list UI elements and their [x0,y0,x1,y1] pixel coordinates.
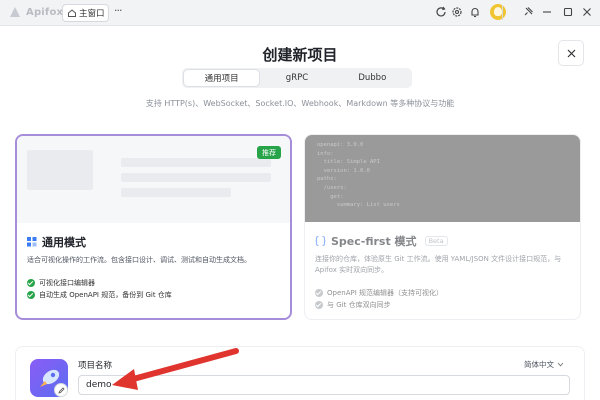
code-line: openapi: 3.0.0 [317,142,364,148]
settings-icon[interactable] [450,5,464,19]
braces-icon [315,236,326,246]
check-icon [27,291,35,299]
close-icon [567,49,575,57]
feature-label: 可视化接口编辑器 [39,279,95,287]
general-mode-preview: 推荐 [17,136,290,223]
page-title: 创建新项目 [262,46,338,64]
code-line: paths: [317,176,337,183]
spec-first-header: Spec-first 模式 Beta [315,233,448,249]
code-line: version: 1.0.0 [317,167,370,174]
bell-icon[interactable] [468,5,482,19]
app-name: Apifox [26,6,64,18]
maximize-icon[interactable] [561,5,575,19]
general-mode-card[interactable]: 推荐 通用模式 适合可视化操作的工作流。包含接口设计、调试、测试和自动生成文档。… [15,134,292,320]
grid-icon [27,237,37,247]
feature-item: OpenAPI 规范编辑器（支持可视化） [315,288,443,298]
edit-icon[interactable] [54,383,68,397]
more-icon[interactable]: ··· [114,4,122,17]
window-close-icon[interactable] [580,5,594,19]
language-value: 简体中文 [524,360,554,369]
titlebar-divider [502,5,503,20]
preview-skeleton-line [121,188,231,197]
tab-grpc[interactable]: gRPC [259,70,334,86]
check-icon [27,279,35,287]
project-type-tabs: 通用项目 gRPC Dubbo [182,68,412,88]
protocol-support-text: 支持 HTTP(s)、WebSocket、Socket.IO、Webhook、M… [145,99,455,108]
feature-item: 可视化接口编辑器 [27,278,95,288]
app-logo: Apifox [8,5,63,19]
check-icon [315,301,323,309]
preview-skeleton-line [121,158,271,167]
preview-skeleton-block [27,150,93,190]
code-line: title: Simple API [317,159,380,166]
tab-home[interactable]: 主窗口 [62,4,109,22]
beta-badge: Beta [424,236,448,246]
minimize-icon[interactable] [540,5,554,19]
spec-first-title: Spec-first 模式 [331,235,417,248]
home-icon [68,9,76,17]
project-name-label: 项目名称 [78,361,113,371]
code-line: info: [317,150,334,157]
chevron-down-icon [557,362,564,367]
preview-skeleton-line [121,173,271,182]
spec-first-description: 连接你的仓库，体验原生 Git 工作流。使用 YAML/JSON 文件设计接口规… [315,255,562,274]
feature-label: 自动生成 OpenAPI 规范，备份到 Git 仓库 [39,291,172,299]
feature-item: 自动生成 OpenAPI 规范，备份到 Git 仓库 [27,290,172,300]
title-bar: Apifox 主窗口 ··· [0,0,600,26]
general-mode-header: 通用模式 [27,234,86,250]
general-mode-description: 适合可视化操作的工作流。包含接口设计、调试、测试和自动生成文档。 [27,256,251,264]
code-line: summary: List users [317,202,400,209]
feature-item: 与 Git 仓库双向同步 [315,300,391,310]
project-settings-section: 项目名称 简体中文 [15,346,585,400]
code-line: get: [317,193,344,200]
spec-first-card[interactable]: openapi: 3.0.0 info: title: Simple API v… [304,134,581,320]
feature-label: OpenAPI 规范编辑器（支持可视化） [327,289,443,297]
language-select[interactable]: 简体中文 [524,359,564,370]
feature-label: 与 Git 仓库双向同步 [327,301,391,309]
refresh-icon[interactable] [434,5,448,19]
code-line: /users: [317,184,347,191]
spec-first-preview: openapi: 3.0.0 info: title: Simple API v… [305,135,580,222]
tab-general[interactable]: 通用项目 [184,70,260,86]
recommended-badge: 推荐 [257,146,281,159]
create-project-dialog: 创建新项目 通用项目 gRPC Dubbo 支持 HTTP(s)、WebSock… [0,26,600,400]
close-button[interactable] [558,40,584,66]
pin-icon[interactable] [521,5,535,19]
general-mode-title: 通用模式 [42,236,86,249]
user-avatar[interactable] [490,4,506,20]
tab-dubbo[interactable]: Dubbo [335,70,410,86]
project-name-input[interactable] [78,375,570,395]
tab-home-label: 主窗口 [79,9,105,19]
check-icon [315,289,323,297]
apifox-logo-icon [10,7,20,17]
